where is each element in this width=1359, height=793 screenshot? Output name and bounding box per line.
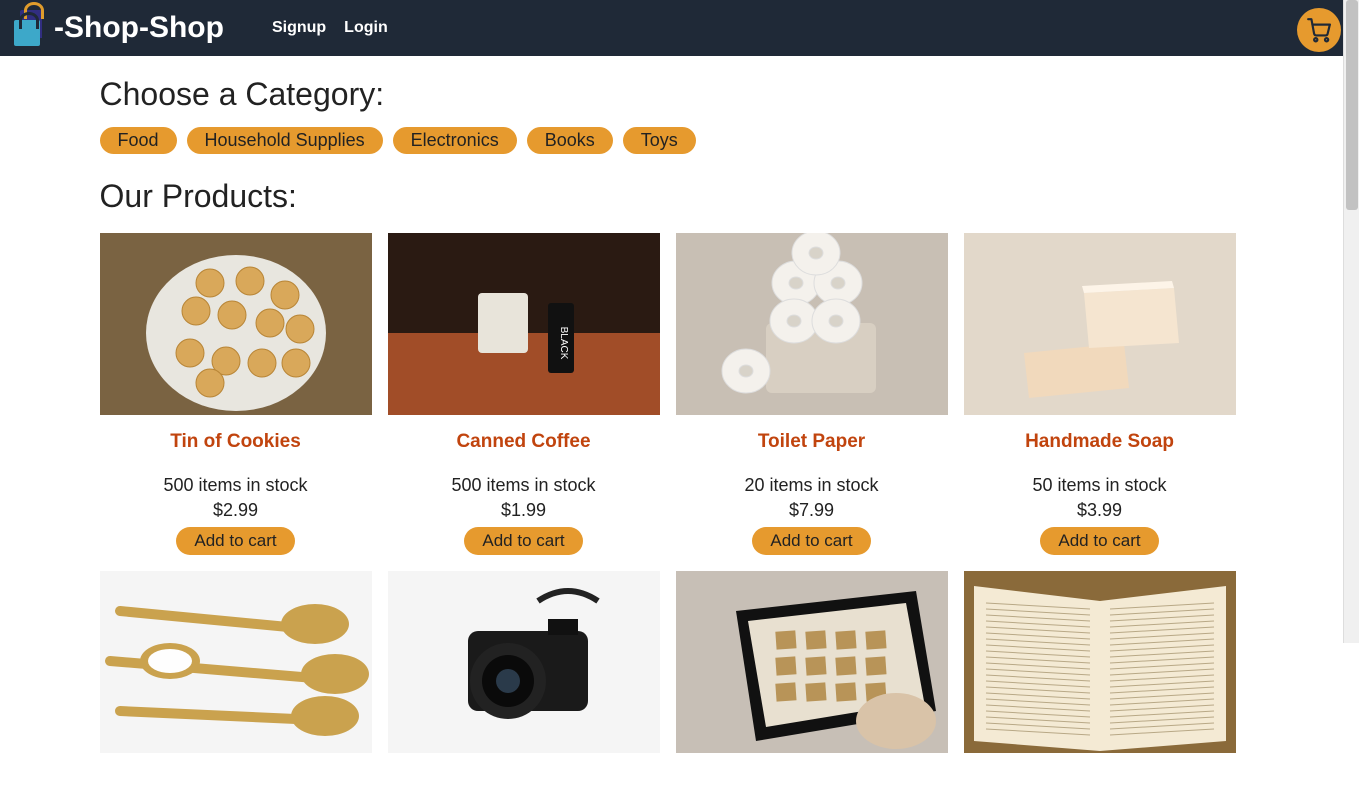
- product-stock: 20 items in stock: [676, 475, 948, 496]
- category-pill[interactable]: Books: [527, 127, 613, 154]
- product-stock: 500 items in stock: [100, 475, 372, 496]
- product-image[interactable]: [964, 233, 1236, 415]
- cart-icon: [1305, 17, 1333, 43]
- add-to-cart-button[interactable]: Add to cart: [1040, 527, 1158, 555]
- svg-text:BLACK: BLACK: [558, 327, 569, 360]
- product-title[interactable]: Toilet Paper: [676, 431, 948, 453]
- category-row: Food Household Supplies Electronics Books To…: [100, 127, 1260, 154]
- product-card: [964, 571, 1236, 753]
- brand[interactable]: -Shop-Shop: [14, 10, 224, 46]
- category-pill[interactable]: Electronics: [393, 127, 517, 154]
- product-image[interactable]: [676, 571, 948, 753]
- category-pill[interactable]: Household Supplies: [187, 127, 383, 154]
- product-card: Handmade Soap 50 items in stock $3.99 Ad…: [964, 233, 1236, 555]
- product-price: $7.99: [676, 500, 948, 521]
- product-price: $1.99: [388, 500, 660, 521]
- product-image[interactable]: [388, 571, 660, 753]
- product-title[interactable]: Handmade Soap: [964, 431, 1236, 453]
- add-to-cart-button[interactable]: Add to cart: [176, 527, 294, 555]
- product-stock: 500 items in stock: [388, 475, 660, 496]
- add-to-cart-button[interactable]: Add to cart: [752, 527, 870, 555]
- shopping-bags-icon: [14, 10, 50, 46]
- products-heading: Our Products:: [100, 178, 1260, 215]
- product-card: [676, 571, 948, 753]
- category-pill[interactable]: Food: [100, 127, 177, 154]
- category-heading: Choose a Category:: [100, 76, 1260, 113]
- product-image[interactable]: [964, 571, 1236, 753]
- nav-links: Signup Login: [272, 19, 388, 37]
- product-card: Tin of Cookies 500 items in stock $2.99 …: [100, 233, 372, 555]
- login-link[interactable]: Login: [344, 19, 388, 37]
- navbar: -Shop-Shop Signup Login: [0, 0, 1359, 56]
- content: Choose a Category: Food Household Supplie…: [100, 56, 1260, 793]
- product-card: [388, 571, 660, 753]
- category-pill[interactable]: Toys: [623, 127, 696, 154]
- product-title[interactable]: Canned Coffee: [388, 431, 660, 453]
- product-title[interactable]: Tin of Cookies: [100, 431, 372, 453]
- product-image[interactable]: [676, 233, 948, 415]
- product-card: Toilet Paper 20 items in stock $7.99 Add…: [676, 233, 948, 555]
- product-price: $3.99: [964, 500, 1236, 521]
- signup-link[interactable]: Signup: [272, 19, 326, 37]
- cart-button[interactable]: [1297, 8, 1341, 52]
- brand-text: -Shop-Shop: [54, 11, 224, 45]
- scroll-thumb[interactable]: [1346, 0, 1358, 210]
- scrollbar[interactable]: [1343, 0, 1359, 643]
- product-card: BLACK Canned Coffee 500 items in stock $…: [388, 233, 660, 555]
- product-card: [100, 571, 372, 753]
- product-image[interactable]: [100, 571, 372, 753]
- product-grid: Tin of Cookies 500 items in stock $2.99 …: [100, 233, 1260, 753]
- product-image[interactable]: BLACK: [388, 233, 660, 415]
- product-stock: 50 items in stock: [964, 475, 1236, 496]
- product-price: $2.99: [100, 500, 372, 521]
- add-to-cart-button[interactable]: Add to cart: [464, 527, 582, 555]
- product-image[interactable]: [100, 233, 372, 415]
